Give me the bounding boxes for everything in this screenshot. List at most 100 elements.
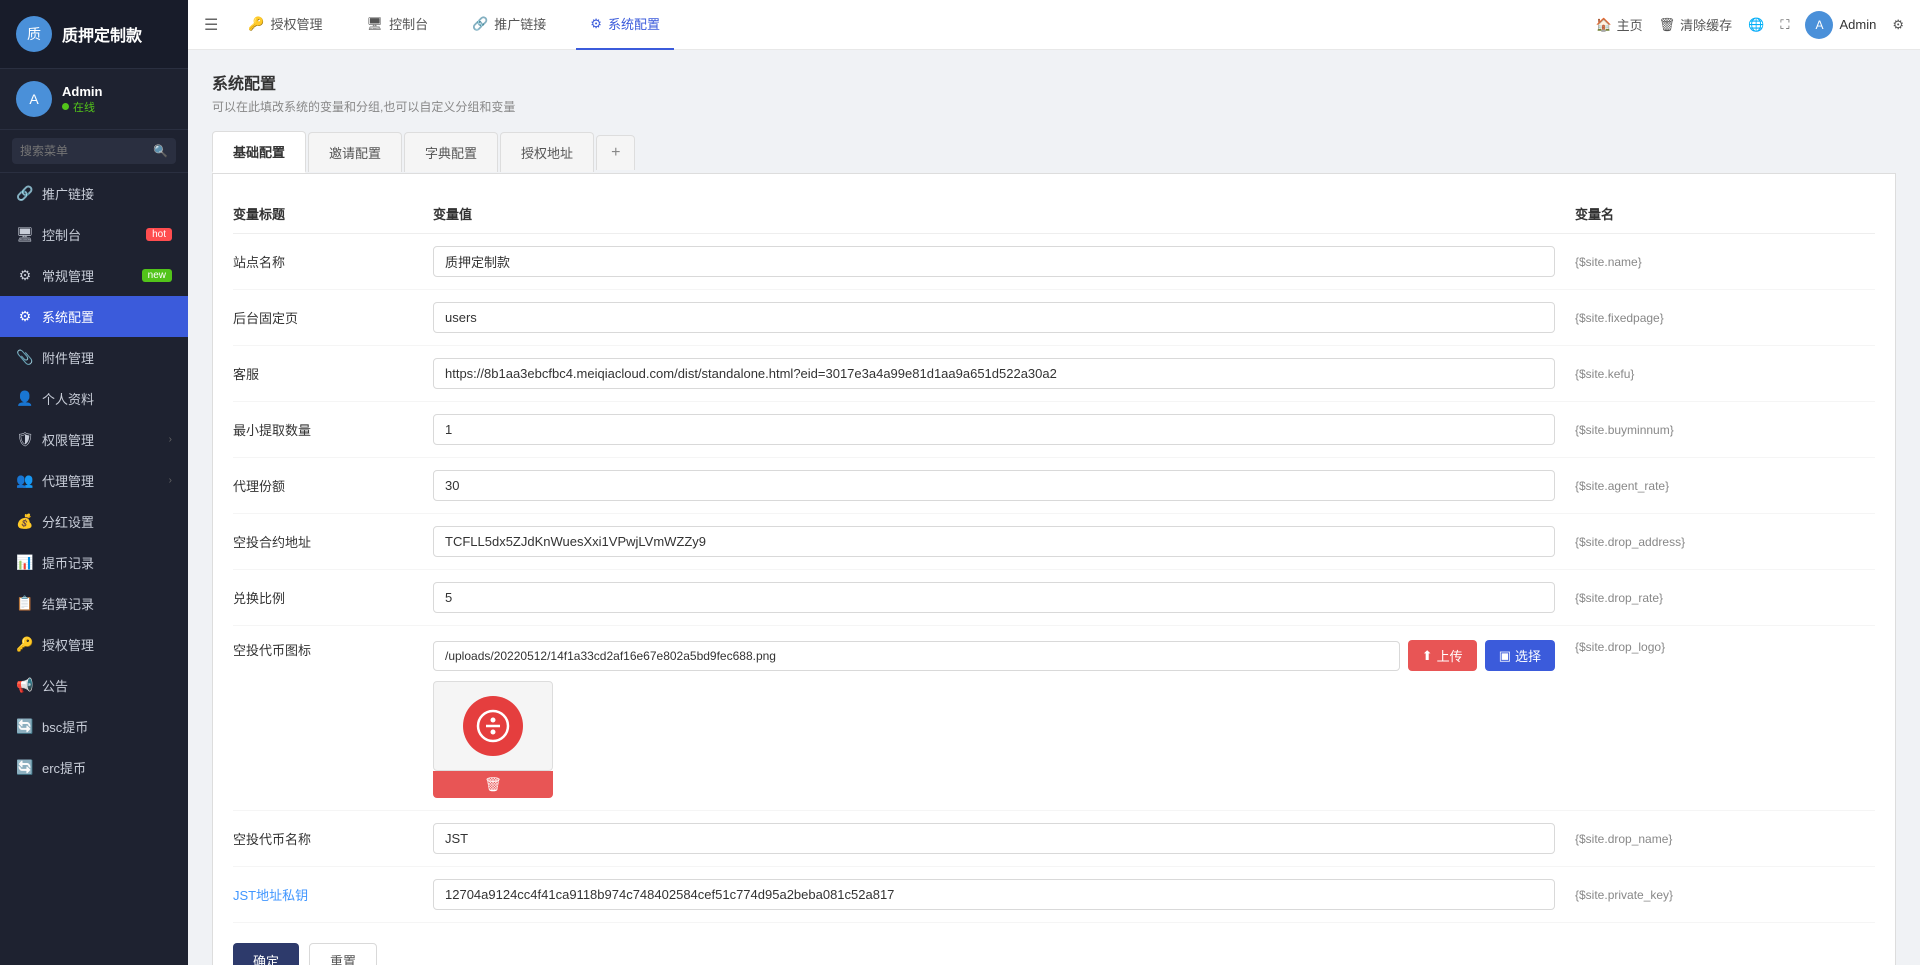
sidebar-item-label: 个人资料 <box>42 389 172 408</box>
topnav-fullscreen[interactable]: ⛶ <box>1780 17 1789 33</box>
home-icon: 🏠 <box>1595 17 1611 33</box>
varname-agent-rate: {$site.agent_rate} <box>1575 479 1875 493</box>
input-buy-minnum[interactable] <box>433 414 1555 445</box>
table-row: 空投合约地址 {$site.drop_address} <box>233 514 1875 570</box>
sidebar-item-erctibi[interactable]: 🔄 erc提币 <box>0 747 188 788</box>
sidebar-item-geren[interactable]: 👤 个人资料 <box>0 378 188 419</box>
sidebar-item-label: 授权管理 <box>42 635 172 654</box>
topnav-tab-tuiguang[interactable]: 🔗 推广链接 <box>458 0 560 50</box>
sidebar-item-label: 推广链接 <box>42 184 172 203</box>
tab-add[interactable]: + <box>596 135 635 170</box>
config-header: 变量标题 变量值 变量名 <box>233 194 1875 234</box>
sidebar-item-label: 控制台 <box>42 225 138 244</box>
sidebar-item-label: 常规管理 <box>42 266 134 285</box>
row-value-drop-name <box>433 823 1575 854</box>
upload-row: ⬆ 上传 ▣ 选择 <box>433 640 1555 671</box>
fujian-icon: 📎 <box>16 349 34 366</box>
input-drop-rate[interactable] <box>433 582 1555 613</box>
varname-drop-name: {$site.drop_name} <box>1575 832 1875 846</box>
varname-private-key: {$site.private_key} <box>1575 888 1875 902</box>
topnav-clear-cache[interactable]: 🗑 清除缓存 <box>1659 15 1733 34</box>
topnav-user[interactable]: A Admin <box>1805 11 1876 39</box>
kongzhi-icon: 🖥 <box>16 226 34 243</box>
app-title: 质押定制款 <box>62 22 142 46</box>
topnav-tab-kongzhi[interactable]: 🖥 控制台 <box>353 0 443 50</box>
sidebar-item-label: 提币记录 <box>42 553 172 572</box>
row-label-buy-minnum: 最小提取数量 <box>233 420 433 439</box>
search-input[interactable] <box>12 138 176 164</box>
sidebar-item-quanxian[interactable]: 🛡 权限管理 › <box>0 419 188 460</box>
sidebar-item-xitong[interactable]: ⚙ 系统配置 <box>0 296 188 337</box>
row-value-drop-logo: ⬆ 上传 ▣ 选择 <box>433 640 1575 798</box>
input-drop-address[interactable] <box>433 526 1555 557</box>
fullscreen-icon: ⛶ <box>1780 17 1789 33</box>
upload-label: 上传 <box>1437 646 1463 665</box>
image-delete-button[interactable]: 🗑 <box>433 771 553 798</box>
topnav-tab-xitong[interactable]: ⚙ 系统配置 <box>576 0 674 50</box>
input-agent-rate[interactable] <box>433 470 1555 501</box>
clear-cache-label: 清除缓存 <box>1680 15 1732 34</box>
sidebar-item-fujian[interactable]: 📎 附件管理 <box>0 337 188 378</box>
sidebar-item-tuiguang[interactable]: 🔗 推广链接 <box>0 173 188 214</box>
xitong-icon: ⚙ <box>16 308 34 325</box>
tab-jichu[interactable]: 基础配置 <box>212 131 306 173</box>
jiesuan-icon: 📋 <box>16 595 34 612</box>
page-title: 系统配置 <box>212 70 1896 94</box>
topnav-tab-label-kongzhi: 控制台 <box>389 14 428 33</box>
shouquan-icon: 🔑 <box>16 636 34 653</box>
tibi-icon: 📊 <box>16 554 34 571</box>
online-status: 在线 <box>62 99 102 115</box>
tab-yaoqing[interactable]: 邀请配置 <box>308 132 402 172</box>
topnav-tab-label-xitong: 系统配置 <box>608 14 660 33</box>
topnav-settings[interactable]: ⚙ <box>1892 17 1904 33</box>
menu-toggle-icon[interactable]: ☰ <box>204 15 218 35</box>
input-private-key[interactable] <box>433 879 1555 910</box>
sidebar-item-jiesuan[interactable]: 📋 结算记录 <box>0 583 188 624</box>
row-value-site-name <box>433 246 1575 277</box>
select-button[interactable]: ▣ 选择 <box>1485 640 1555 671</box>
upload-path-input[interactable] <box>433 641 1400 671</box>
input-fixed-page[interactable] <box>433 302 1555 333</box>
erctibi-icon: 🔄 <box>16 759 34 776</box>
varname-drop-rate: {$site.drop_rate} <box>1575 591 1875 605</box>
home-label: 主页 <box>1617 15 1643 34</box>
sidebar-item-kongzhi[interactable]: 🖥 控制台 hot <box>0 214 188 255</box>
sidebar-item-changgui[interactable]: ⚙ 常规管理 new <box>0 255 188 296</box>
sidebar-item-bsctibi[interactable]: 🔄 bsc提币 <box>0 706 188 747</box>
varname-drop-logo: {$site.drop_logo} <box>1575 640 1875 654</box>
topnav-tab-label-tuiguang: 推广链接 <box>494 14 546 33</box>
reset-button[interactable]: 重置 <box>309 943 377 965</box>
content-area: 系统配置 可以在此填改系统的变量和分组,也可以自定义分组和变量 基础配置 邀请配… <box>188 50 1920 965</box>
sidebar-item-label: 公告 <box>42 676 172 695</box>
row-value-drop-address <box>433 526 1575 557</box>
topnav-home[interactable]: 🏠 主页 <box>1595 15 1642 34</box>
row-label-drop-address: 空投合约地址 <box>233 532 433 551</box>
select-label: 选择 <box>1515 646 1541 665</box>
tab-zidian[interactable]: 字典配置 <box>404 132 498 172</box>
sidebar-item-daili[interactable]: 👥 代理管理 › <box>0 460 188 501</box>
input-kefu[interactable] <box>433 358 1555 389</box>
tab-shouquan[interactable]: 授权地址 <box>500 132 594 172</box>
topnav-username: Admin <box>1839 17 1876 32</box>
header-value: 变量值 <box>433 204 1575 223</box>
quanxian-icon: 🛡 <box>16 431 34 448</box>
header-label: 变量标题 <box>233 204 433 223</box>
sidebar-item-tibi[interactable]: 📊 提币记录 <box>0 542 188 583</box>
upload-button[interactable]: ⬆ 上传 <box>1408 640 1477 671</box>
topnav-avatar: A <box>1805 11 1833 39</box>
row-value-kefu <box>433 358 1575 389</box>
confirm-button[interactable]: 确定 <box>233 943 299 965</box>
user-info: Admin 在线 <box>62 84 102 115</box>
delete-icon: 🗑 <box>484 776 502 792</box>
input-drop-name[interactable] <box>433 823 1555 854</box>
sidebar-item-gonggao[interactable]: 📢 公告 <box>0 665 188 706</box>
sidebar-search-wrap: 🔍 <box>0 130 188 173</box>
search-icon: 🔍 <box>153 144 168 158</box>
topnav-tab-shouquan[interactable]: 🔑 授权管理 <box>234 0 336 50</box>
user-avatar: A <box>16 81 52 117</box>
input-site-name[interactable] <box>433 246 1555 277</box>
sidebar-item-fenhong[interactable]: 💰 分红设置 <box>0 501 188 542</box>
topnav-lang[interactable]: 🌐 <box>1748 17 1764 33</box>
sidebar-item-shouquan[interactable]: 🔑 授权管理 <box>0 624 188 665</box>
table-row: 空投代币图标 ⬆ 上传 ▣ 选择 <box>233 626 1875 811</box>
